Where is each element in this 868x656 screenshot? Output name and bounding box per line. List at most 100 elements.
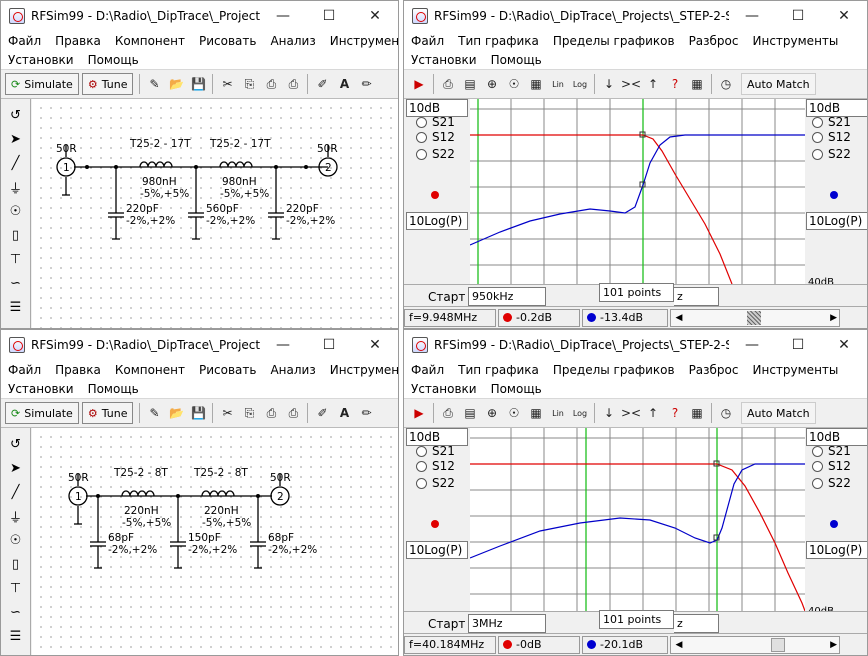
maximize-icon[interactable]: ☐ [306, 1, 352, 31]
scale-select-right[interactable]: 10dB [806, 99, 867, 117]
smith-chart-icon[interactable]: ☉ [503, 402, 525, 424]
help-icon[interactable]: ? [664, 402, 686, 424]
menu-tools[interactable]: Инструменты [753, 34, 839, 48]
radio-s21[interactable]: S21 [416, 116, 455, 128]
radio-s12[interactable]: S12 [416, 459, 455, 473]
cut-icon[interactable]: ✂ [216, 73, 238, 95]
radio-button[interactable] [812, 445, 823, 457]
pointer-icon[interactable]: ➤ [10, 456, 21, 480]
pencil-icon[interactable]: ✏ [355, 402, 377, 424]
scroll-left-icon[interactable]: ◀ [671, 313, 687, 323]
radio-button[interactable] [416, 445, 427, 457]
arrow-up-icon[interactable]: ↑ [642, 402, 664, 424]
radio-button[interactable] [812, 460, 823, 472]
arrow-down-icon[interactable]: ↓ [598, 402, 620, 424]
transformer-icon[interactable]: ☰ [10, 295, 22, 319]
radio-s22[interactable]: S22 [812, 147, 851, 161]
component-icon[interactable]: ▦ [686, 402, 708, 424]
points-input[interactable]: 101 points [599, 610, 674, 629]
plot-area[interactable] [469, 99, 805, 285]
radio-s12[interactable]: S12 [812, 130, 851, 144]
menu-help[interactable]: Помощь [491, 53, 542, 67]
radio-s21[interactable]: S21 [812, 445, 851, 457]
scale-select-left[interactable]: 10dB [406, 99, 468, 117]
menu-help[interactable]: Помощь [491, 382, 542, 396]
menu-graph-limits[interactable]: Пределы графиков [553, 34, 675, 48]
text-icon[interactable]: A [333, 402, 355, 424]
inductor-icon[interactable]: ∽ [10, 271, 21, 295]
menu-help[interactable]: Помощь [88, 53, 139, 67]
scroll-right-icon[interactable]: ▶ [830, 313, 837, 323]
help-icon[interactable]: ? [664, 73, 686, 95]
radio-s22[interactable]: S22 [416, 476, 455, 490]
schematic-canvas[interactable]: 50R 1 50R 2 T25-2 - 8T T25-2 - 8T 220nH … [32, 428, 398, 655]
capacitor-icon[interactable]: ⊤ [10, 247, 21, 271]
radio-s12[interactable]: S12 [416, 130, 455, 144]
stop-frequency-input[interactable]: z [674, 614, 719, 633]
scroll-right-icon[interactable]: ▶ [830, 640, 837, 650]
menu-graph-type[interactable]: Тип графика [458, 363, 539, 377]
pointer-icon[interactable]: ➤ [10, 127, 21, 151]
save-icon[interactable]: 💾 [187, 402, 209, 424]
menu-tools[interactable]: Инструменты [330, 363, 398, 377]
rotate-icon[interactable]: ↺ [10, 432, 21, 456]
radio-button[interactable] [812, 148, 823, 160]
close-icon[interactable]: ✕ [821, 330, 867, 360]
close-icon[interactable]: ✕ [352, 1, 398, 31]
rect-plot-icon[interactable]: ▤ [459, 402, 481, 424]
close-icon[interactable]: ✕ [821, 1, 867, 31]
maximize-icon[interactable]: ☐ [775, 330, 821, 360]
menu-settings[interactable]: Установки [411, 382, 477, 396]
rotate-icon[interactable]: ↺ [10, 103, 21, 127]
print-icon[interactable]: ⎙ [282, 73, 304, 95]
menu-spread[interactable]: Разброс [689, 34, 739, 48]
menu-spread[interactable]: Разброс [689, 363, 739, 377]
close-icon[interactable]: ✕ [352, 330, 398, 360]
radio-s12[interactable]: S12 [812, 459, 851, 473]
source-icon[interactable]: ☉ [10, 528, 22, 552]
wire-icon[interactable]: ╱ [12, 151, 20, 175]
menu-tools[interactable]: Инструменты [330, 34, 398, 48]
radio-s22[interactable]: S22 [416, 147, 455, 161]
start-frequency-input[interactable]: 950kHz [468, 287, 546, 306]
arrow-down-icon[interactable]: ↓ [598, 73, 620, 95]
open-icon[interactable]: 📂 [165, 73, 187, 95]
new-icon[interactable]: ✎ [143, 402, 165, 424]
brush-icon[interactable]: ✐ [311, 73, 333, 95]
resistor-icon[interactable]: ▯ [12, 223, 19, 247]
radio-s21[interactable]: S21 [416, 445, 455, 457]
copy-icon[interactable]: ⎘ [238, 73, 260, 95]
scroll-left-icon[interactable]: ◀ [671, 640, 687, 650]
print-icon[interactable]: ⎙ [282, 402, 304, 424]
menu-settings[interactable]: Установки [8, 382, 74, 396]
menu-draw[interactable]: Рисовать [199, 363, 256, 377]
radio-button[interactable] [416, 116, 427, 128]
plot-area[interactable] [469, 428, 806, 612]
menu-component[interactable]: Компонент [115, 34, 185, 48]
component-icon[interactable]: ▦ [686, 73, 708, 95]
zoom-in-icon[interactable]: >< [620, 402, 642, 424]
stop-frequency-input[interactable]: z [674, 287, 719, 306]
scroll-thumb[interactable] [747, 310, 761, 325]
mode-select-left[interactable]: 10Log(P) [406, 541, 468, 559]
scale-select-left[interactable]: 10dB [406, 428, 468, 446]
mode-select-right[interactable]: 10Log(P) [806, 212, 867, 230]
start-frequency-input[interactable]: 3MHz [468, 614, 546, 633]
radio-button[interactable] [416, 460, 427, 472]
schematic-canvas[interactable]: 50R 1 50R 2 T25-2 - 17T T25-2 - 17T 980n… [32, 99, 398, 328]
menu-tools[interactable]: Инструменты [753, 363, 839, 377]
radio-button[interactable] [416, 477, 427, 489]
lin-scale-icon[interactable]: Lin [547, 73, 569, 95]
paste-icon[interactable]: ⎙ [260, 402, 282, 424]
cut-icon[interactable]: ✂ [216, 402, 238, 424]
minimize-icon[interactable]: — [729, 1, 775, 31]
menu-component[interactable]: Компонент [115, 363, 185, 377]
table-icon[interactable]: ▦ [525, 73, 547, 95]
maximize-icon[interactable]: ☐ [306, 330, 352, 360]
scale-select-right[interactable]: 10dB [806, 428, 867, 446]
smith-chart-icon[interactable]: ☉ [503, 73, 525, 95]
ground-icon[interactable]: ⏚ [9, 504, 22, 528]
text-icon[interactable]: A [333, 73, 355, 95]
menu-file[interactable]: Файл [411, 34, 444, 48]
points-input[interactable]: 101 points [599, 283, 674, 302]
